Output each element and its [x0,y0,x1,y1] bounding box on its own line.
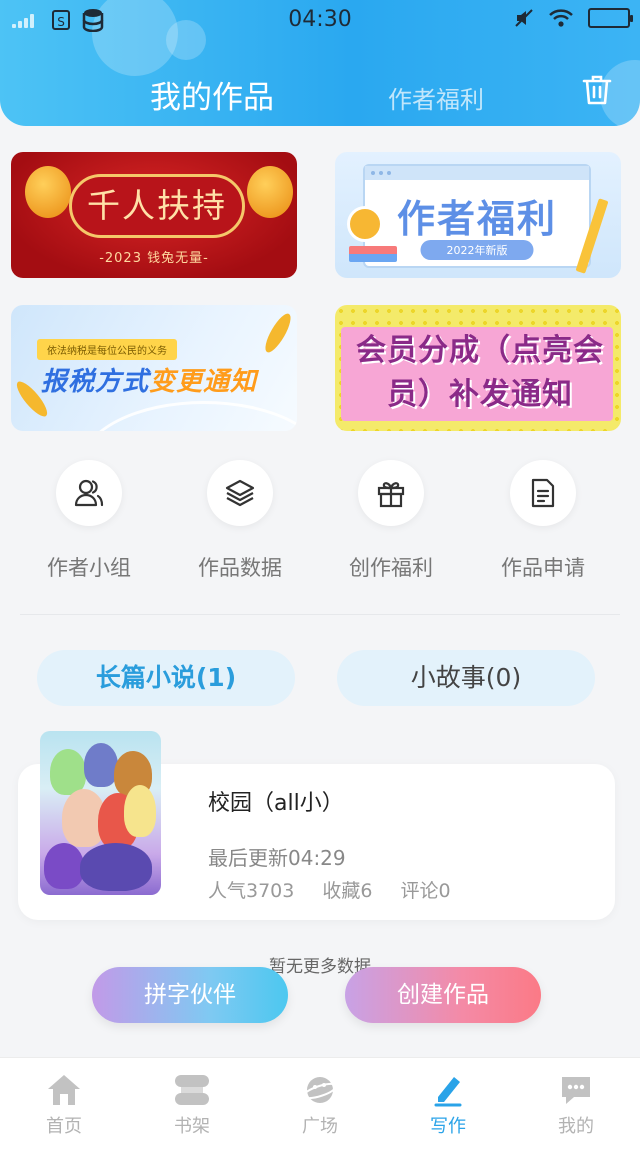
mute-icon [515,9,533,27]
tab-label: 书架 [174,1116,210,1137]
chat-icon [562,1077,590,1104]
quick-action-author-group[interactable]: 作者小组 [14,460,164,582]
header: S 04:30 我的作品 作者福利 [0,0,640,126]
home-icon [48,1075,80,1105]
quick-action-label: 作者小组 [47,556,131,580]
quick-action-work-data[interactable]: 作品数据 [165,460,315,582]
banner-title: 千人扶持 [69,174,245,238]
banner-support[interactable]: 千人扶持 -2023 钱兔无量- [11,152,297,278]
tab-label: 写作 [430,1116,466,1137]
users-icon [74,479,104,507]
bottom-tab-bar: 首页 书架 广场 写作 我的 [0,1057,640,1154]
lantern-decoration [25,166,71,218]
quick-action-work-application[interactable]: 作品申请 [468,460,618,582]
planet-icon [302,1077,338,1103]
books-icon [349,246,397,262]
work-comments: 评论0 [400,880,451,902]
tab-label: 我的 [558,1116,594,1137]
tab-write[interactable]: 写作 [384,1058,512,1154]
tab-author-benefits[interactable]: 作者福利 [388,80,484,115]
quick-action-label: 作品数据 [198,556,282,580]
decor-arc [81,401,297,431]
banner-author-benefits[interactable]: 作者福利 2022年新版 [335,152,621,278]
wifi-icon [549,9,573,27]
banner-title: 报税方式变更通知 [41,367,258,397]
tab-bookshelf[interactable]: 书架 [128,1058,256,1154]
document-icon [531,478,555,508]
banner-subtitle: 2022年新版 [420,240,534,260]
banner-window: 作者福利 2022年新版 [363,164,591,268]
tab-label: 广场 [302,1116,338,1137]
banner-subtitle: -2023 钱兔无量- [99,251,209,266]
partner-button[interactable]: 拼字伙伴 [92,967,288,1023]
tab-home[interactable]: 首页 [0,1058,128,1154]
tab-long-novel[interactable]: 长篇小说(1) [37,650,295,706]
quick-action-label: 作品申请 [501,556,585,580]
divider [20,614,620,615]
tab-label: 首页 [46,1116,82,1137]
quick-action-label: 创作福利 [349,556,433,580]
tab-mine[interactable]: 我的 [512,1058,640,1154]
tab-short-story[interactable]: 小故事(0) [337,650,595,706]
layers-icon [225,479,255,507]
banner-title: 作者福利 [396,197,557,241]
banner-member-notice[interactable]: 会员分成（点亮会员）补发通知 [335,305,621,431]
page-title: 我的作品 [150,80,274,116]
pen-icon [434,1077,462,1107]
banner-tax-notice[interactable]: 依法纳税是每位公民的义务 报税方式变更通知 [11,305,297,431]
tab-square[interactable]: 广场 [256,1058,384,1154]
work-popularity: 人气3703 [208,880,295,902]
gift-icon [377,482,405,508]
work-stats: 人气3703 收藏6 评论0 [208,876,451,903]
trash-icon[interactable] [582,74,612,106]
clock-icon [347,206,383,242]
leaf-decoration [260,310,296,356]
bookshelf-icon [175,1075,209,1105]
work-title[interactable]: 校园（all小） [208,785,344,817]
lantern-decoration [247,166,293,218]
battery-icon [588,8,633,28]
no-more-data-text: 暂无更多数据 [269,957,371,977]
work-favorites: 收藏6 [322,880,373,902]
quick-action-creation-benefits[interactable]: 创作福利 [316,460,466,582]
work-last-updated: 最后更新04:29 [208,846,346,870]
banner-tag: 依法纳税是每位公民的义务 [37,339,177,360]
create-work-button[interactable]: 创建作品 [345,967,541,1023]
work-cover-image[interactable] [40,731,161,895]
banner-title: 会员分成（点亮会员）补发通知 [356,333,604,412]
